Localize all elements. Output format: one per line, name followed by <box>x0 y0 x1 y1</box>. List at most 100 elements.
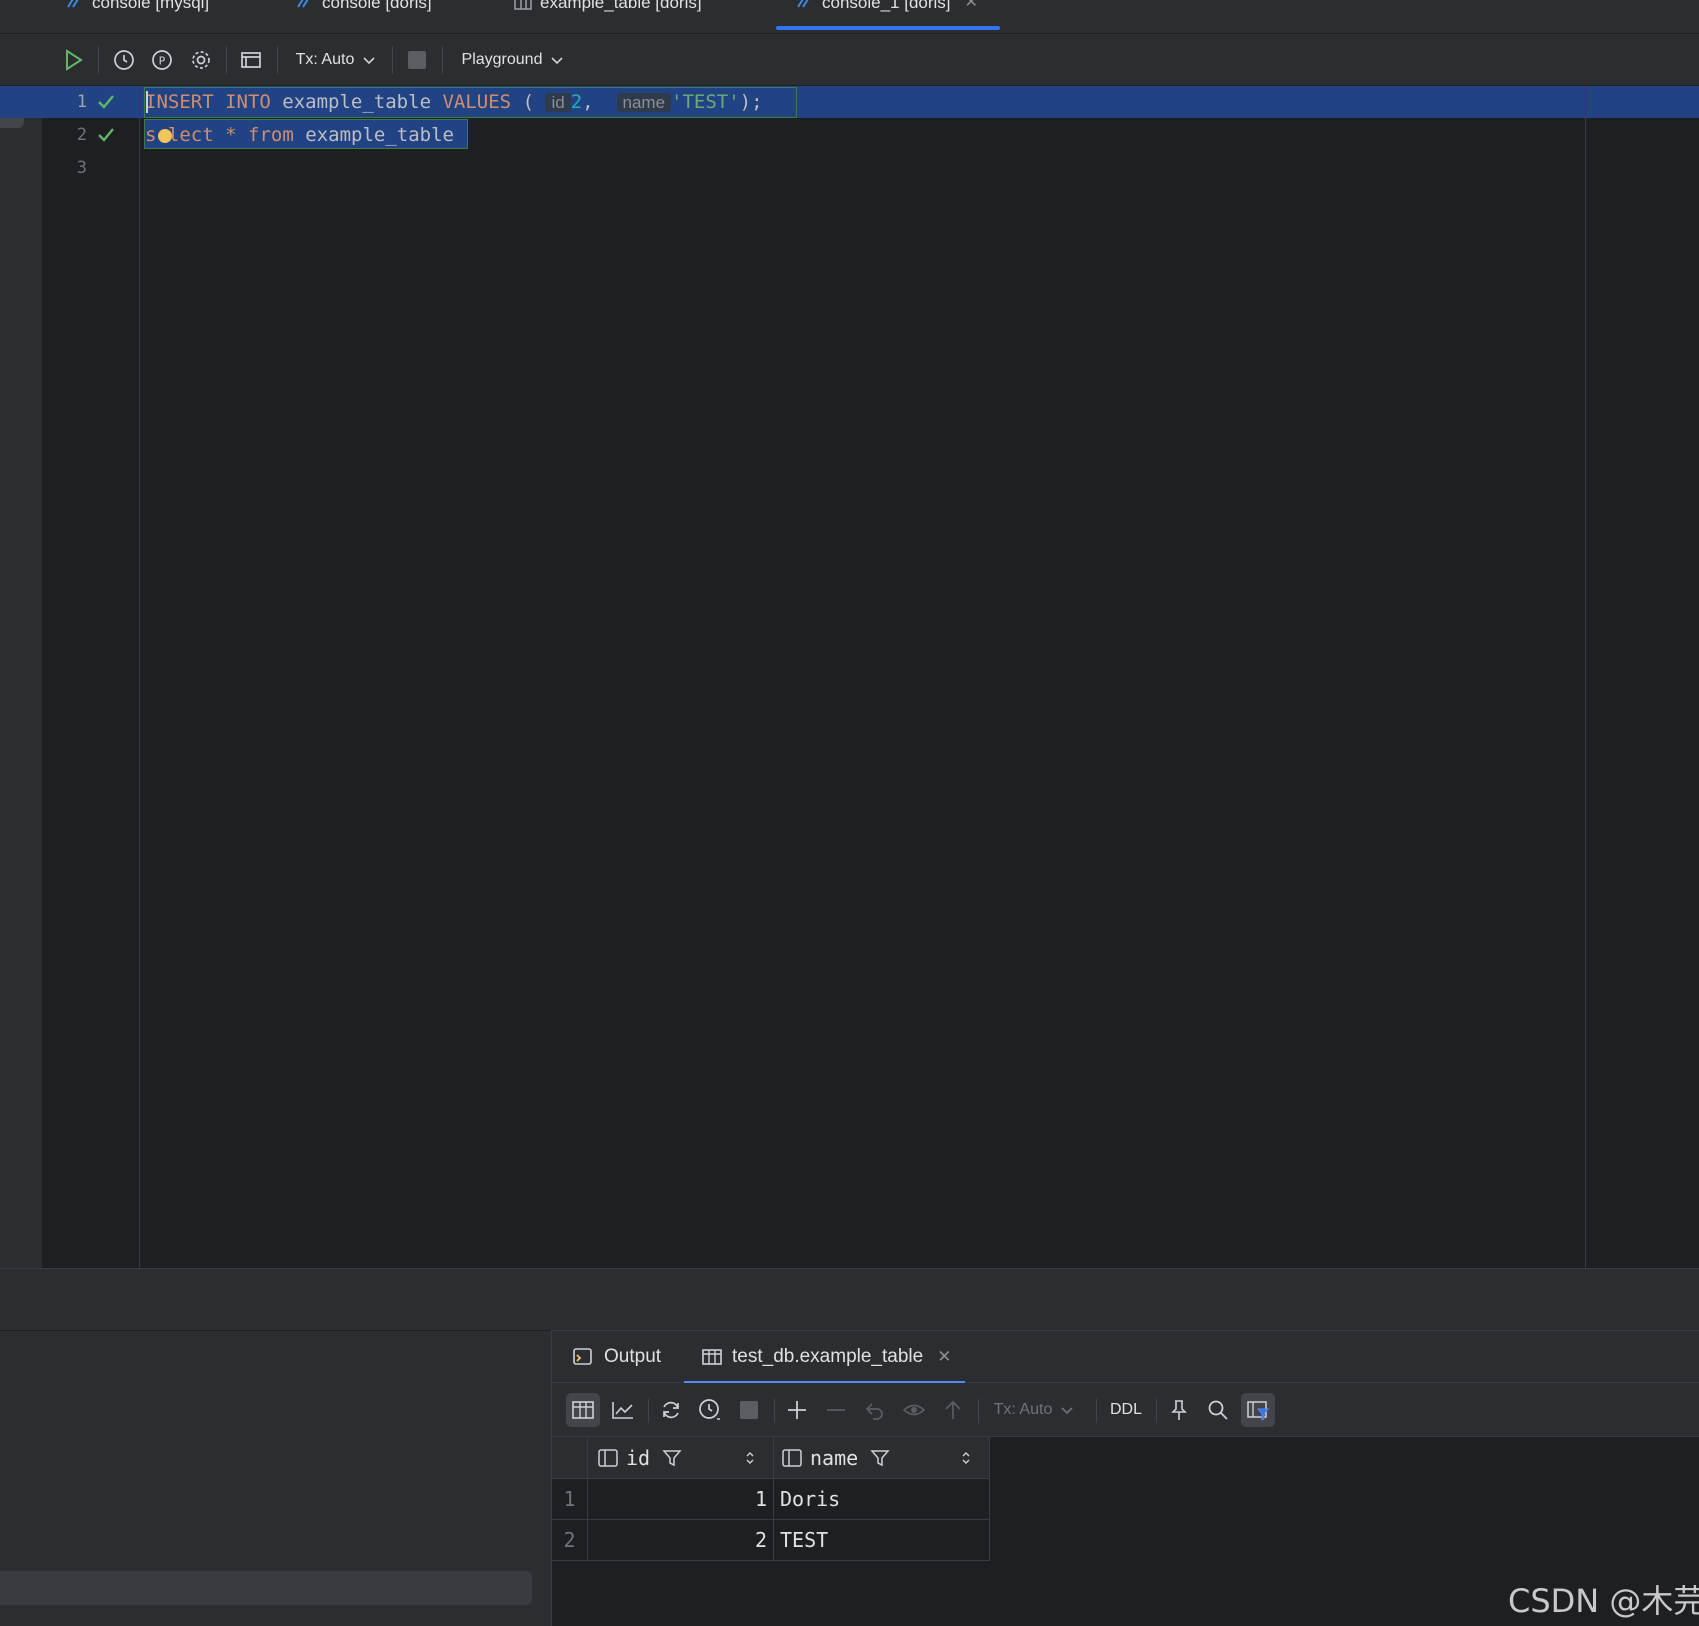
checkmark-icon <box>98 128 114 142</box>
clock-icon <box>114 50 134 70</box>
table-cell[interactable]: 2 <box>588 1520 774 1561</box>
line-number: 2 <box>76 125 87 145</box>
preview-changes-button[interactable] <box>899 1383 929 1437</box>
filter-table-icon <box>1247 1401 1270 1421</box>
tab-label: Output <box>604 1346 662 1367</box>
text-caret <box>146 91 148 113</box>
run-button[interactable] <box>60 34 88 86</box>
column-icon <box>782 1448 802 1467</box>
table-cell[interactable]: TEST <box>774 1520 990 1561</box>
delete-row-button[interactable] <box>821 1383 851 1437</box>
stop-button[interactable] <box>403 34 431 86</box>
services-header <box>0 1268 1699 1330</box>
line-number: 1 <box>76 92 87 112</box>
checkmark-icon <box>98 95 114 109</box>
table-view-button[interactable] <box>566 1393 600 1427</box>
tab-test-db-example-table[interactable]: test_db.example_table ✕ <box>683 1331 966 1383</box>
tab-label: console_1 [doris] <box>822 0 951 12</box>
svg-text:P: P <box>159 55 166 68</box>
chart-view-button[interactable] <box>608 1383 638 1437</box>
undo-icon <box>865 1403 883 1420</box>
stop-button[interactable] <box>734 1383 764 1437</box>
tx-mode-dropdown[interactable]: Tx: Auto <box>988 1383 1080 1437</box>
ddl-label: DDL <box>1109 1401 1142 1418</box>
pin-tab-button[interactable] <box>1164 1383 1194 1437</box>
close-icon[interactable]: ✕ <box>965 0 978 11</box>
ddl-button[interactable]: DDL <box>1104 1383 1148 1437</box>
left-tool-strip <box>0 86 42 1268</box>
grid-icon <box>572 1401 594 1419</box>
chevron-down-icon <box>551 57 564 65</box>
chart-icon <box>612 1402 633 1419</box>
parameter-hint: name <box>616 93 672 112</box>
submit-button[interactable] <box>938 1383 968 1437</box>
tx-mode-dropdown[interactable]: Tx: Auto <box>292 34 380 86</box>
add-row-button[interactable] <box>782 1383 812 1437</box>
eye-icon <box>902 1404 926 1416</box>
sql-editor[interactable]: INSERT INTO example_table VALUES ( id 2, … <box>141 86 1585 1268</box>
clock-icon <box>699 1399 720 1420</box>
code-line-2[interactable]: s lect * from example_table <box>145 119 454 151</box>
stop-icon <box>408 51 426 69</box>
tab-console-1-doris[interactable]: console_1 [doris] ✕ <box>776 0 1000 30</box>
row-number: 1 <box>552 1479 588 1520</box>
filter-view-button[interactable] <box>1241 1393 1275 1427</box>
tab-example-table-doris[interactable]: example_table [doris] <box>514 0 702 30</box>
chevron-down-icon <box>1061 1407 1073 1415</box>
chevron-down-icon <box>363 57 375 65</box>
services-tree-panel <box>0 1330 551 1626</box>
row-number: 2 <box>552 1520 588 1561</box>
table-icon <box>702 1349 722 1365</box>
pin-icon <box>1171 1400 1187 1420</box>
tab-label: console [mysql] <box>92 0 210 12</box>
run-icon <box>66 49 83 71</box>
column-label: id <box>626 1445 651 1470</box>
table-cell[interactable]: 1 <box>588 1479 774 1520</box>
editor-tab-bar: console [mysql] console [doris] example_… <box>0 0 1699 34</box>
results-tab-bar: Output test_db.example_table ✕ <box>552 1331 1699 1383</box>
filter-icon[interactable] <box>870 1448 890 1468</box>
sort-icon[interactable] <box>961 1450 971 1466</box>
tab-console-doris[interactable]: console [doris] <box>296 0 432 30</box>
column-header-id[interactable]: id <box>588 1437 774 1479</box>
sort-icon[interactable] <box>745 1450 755 1466</box>
plus-icon <box>788 1401 806 1419</box>
line-number: 3 <box>76 158 87 178</box>
revert-button[interactable] <box>860 1383 890 1437</box>
intention-bulb-icon[interactable] <box>158 129 172 143</box>
minus-icon <box>827 1409 845 1411</box>
mode-dropdown[interactable]: Playground <box>459 34 567 86</box>
refresh-button[interactable] <box>656 1383 686 1437</box>
column-header-name[interactable]: name <box>774 1437 990 1479</box>
tx-mode-label: Tx: Auto <box>295 51 355 68</box>
tab-label: test_db.example_table <box>732 1346 924 1367</box>
layout-icon <box>241 52 261 68</box>
table-cell[interactable]: Doris <box>774 1479 990 1520</box>
horizontal-scrollbar[interactable] <box>0 1571 532 1605</box>
column-icon <box>598 1448 618 1467</box>
arrow-up-icon <box>945 1400 961 1419</box>
code-line-1[interactable]: INSERT INTO example_table VALUES ( id 2, … <box>145 86 763 118</box>
settings-button[interactable] <box>187 34 215 86</box>
filter-icon[interactable] <box>662 1448 682 1468</box>
explain-plan-button[interactable]: P <box>148 34 176 86</box>
output-icon <box>573 1348 592 1365</box>
tab-label: example_table [doris] <box>540 0 702 12</box>
console-icon <box>297 0 309 8</box>
console-icon <box>797 0 809 8</box>
history-button[interactable] <box>110 34 138 86</box>
results-toolbar: Tx: Auto DDL <box>552 1383 1699 1437</box>
layout-button[interactable] <box>237 34 265 86</box>
tab-output[interactable]: Output <box>572 1331 661 1383</box>
refresh-icon <box>663 1401 679 1419</box>
line-gutter: 1 2 3 <box>42 86 140 1268</box>
close-icon[interactable]: ✕ <box>937 1347 951 1367</box>
tx-mode-label: Tx: Auto <box>993 1401 1053 1418</box>
search-button[interactable] <box>1203 1383 1233 1437</box>
history-button[interactable] <box>695 1383 725 1437</box>
stop-icon <box>740 1401 758 1419</box>
parameter-hint: id <box>545 93 571 112</box>
tab-console-mysql[interactable]: console [mysql] <box>66 0 209 30</box>
mode-label: Playground <box>461 51 543 68</box>
watermark: CSDN @木芫 <box>1508 1582 1699 1620</box>
